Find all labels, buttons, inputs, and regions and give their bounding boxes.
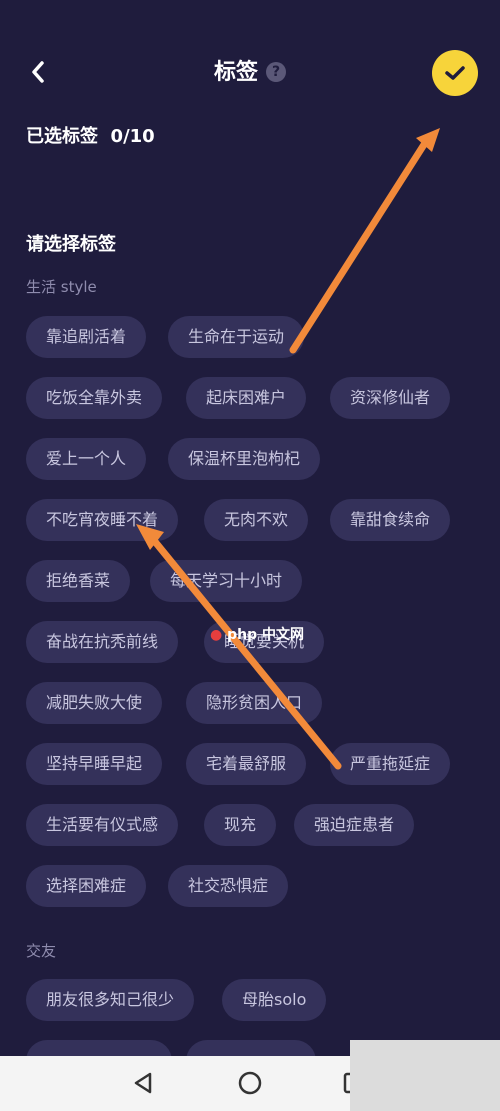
section-title-friends: 交友 bbox=[26, 942, 57, 960]
tag-item[interactable]: 每天学习十小时 bbox=[150, 560, 303, 602]
tag-item[interactable]: 不吃宵夜睡不着 bbox=[26, 499, 179, 541]
back-triangle-icon[interactable] bbox=[130, 1069, 158, 1097]
header: 标签? bbox=[0, 40, 500, 104]
tag-item[interactable]: 隐形贫困人口 bbox=[186, 682, 323, 724]
php-logo-site: 中文网 bbox=[261, 627, 304, 643]
arrow-to-confirm bbox=[289, 128, 440, 354]
tag-item[interactable]: 母胎solo bbox=[222, 979, 327, 1021]
tag-item[interactable]: 资深修仙者 bbox=[330, 377, 451, 419]
tag-item[interactable]: 靠甜食续命 bbox=[330, 499, 451, 541]
confirm-button[interactable] bbox=[432, 50, 478, 96]
php-logo-brand: php bbox=[227, 627, 258, 643]
tag-item[interactable]: 爱上一个人 bbox=[26, 438, 147, 480]
tag-item[interactable]: 靠追剧活着 bbox=[26, 316, 147, 358]
status-bar bbox=[0, 0, 500, 32]
tag-item[interactable]: 朋友很多知己很少 bbox=[26, 979, 195, 1021]
page-title: 标签 bbox=[213, 60, 258, 85]
tag-item[interactable]: 现充 bbox=[204, 804, 277, 846]
choose-tags-label: 请选择标签 bbox=[26, 234, 116, 255]
home-circle-icon[interactable] bbox=[236, 1069, 264, 1097]
tag-item[interactable]: 拒绝香菜 bbox=[26, 560, 131, 602]
tag-item[interactable]: 强迫症患者 bbox=[294, 804, 415, 846]
selected-tags-count: 0/10 bbox=[110, 126, 155, 147]
section-title-life: 生活 style bbox=[26, 278, 97, 296]
tag-item[interactable]: 起床困难户 bbox=[186, 377, 307, 419]
php-watermark-logo: ● php 中文网 bbox=[210, 624, 304, 644]
tag-item[interactable]: 奋战在抗秃前线 bbox=[26, 621, 179, 663]
help-icon[interactable]: ? bbox=[266, 62, 286, 82]
tag-item[interactable]: 社交恐惧症 bbox=[168, 865, 289, 907]
page-title-wrap: 标签? bbox=[0, 54, 500, 86]
watermark-blur bbox=[350, 1040, 500, 1111]
tag-item[interactable]: 无肉不欢 bbox=[204, 499, 309, 541]
selected-tags-text: 已选标签 bbox=[26, 126, 98, 147]
tag-item[interactable]: 宅着最舒服 bbox=[186, 743, 307, 785]
php-logo-dot: ● bbox=[210, 627, 223, 643]
tag-item[interactable]: 保温杯里泡枸杞 bbox=[168, 438, 321, 480]
tag-item[interactable]: 坚持早睡早起 bbox=[26, 743, 163, 785]
tag-item[interactable]: 生活要有仪式感 bbox=[26, 804, 179, 846]
tag-item[interactable]: 选择困难症 bbox=[26, 865, 147, 907]
tag-item[interactable]: 吃饭全靠外卖 bbox=[26, 377, 163, 419]
tag-item[interactable]: 减肥失败大使 bbox=[26, 682, 163, 724]
tag-item[interactable]: 生命在于运动 bbox=[168, 316, 305, 358]
checkmark-icon bbox=[445, 66, 465, 80]
selected-tags-label: 已选标签 0/10 bbox=[26, 122, 155, 148]
annotation-arrows bbox=[136, 128, 440, 770]
tag-item[interactable]: 严重拖延症 bbox=[330, 743, 451, 785]
